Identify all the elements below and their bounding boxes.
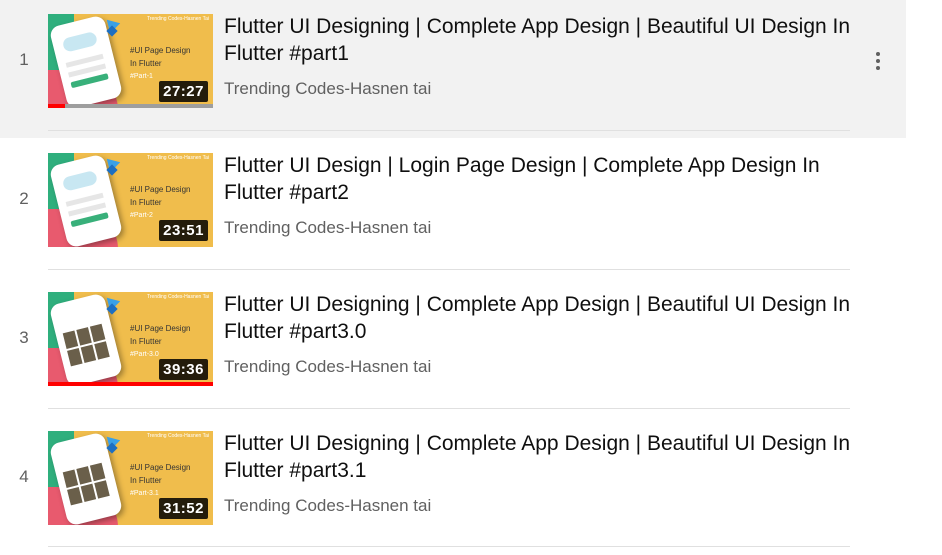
playlist-item-2[interactable]: 2 Trending Codes-Hasnen Tai #UI Page Des… [0, 139, 906, 277]
thumbnail-text: In Flutter [130, 59, 162, 68]
thumbnail-text: #UI Page Design [130, 324, 191, 333]
video-title[interactable]: Flutter UI Designing | Complete App Desi… [224, 291, 854, 345]
channel-name[interactable]: Trending Codes-Hasnen tai [224, 357, 431, 377]
thumbnail-corner-text: Trending Codes-Hasnen Tai [147, 155, 209, 161]
video-title[interactable]: Flutter UI Designing | Complete App Desi… [224, 430, 854, 484]
thumbnail-text: #Part-2 [130, 212, 153, 219]
channel-name[interactable]: Trending Codes-Hasnen tai [224, 218, 431, 238]
watch-progress-fill [48, 382, 213, 386]
divider [48, 269, 850, 270]
thumbnail-text: #Part-1 [130, 73, 153, 80]
thumbnail-text: #Part-3.1 [130, 490, 159, 497]
video-title[interactable]: Flutter UI Design | Login Page Design | … [224, 152, 854, 206]
watch-progress-track [48, 104, 213, 108]
video-thumbnail[interactable]: Trending Codes-Hasnen Tai #UI Page Desig… [48, 153, 213, 247]
duration-badge: 27:27 [159, 81, 208, 102]
divider [48, 130, 850, 131]
item-index: 3 [19, 328, 29, 347]
video-thumbnail[interactable]: Trending Codes-Hasnen Tai #UI Page Desig… [48, 14, 213, 108]
duration-badge: 31:52 [159, 498, 208, 519]
divider [48, 408, 850, 409]
thumbnail-text: #UI Page Design [130, 185, 191, 194]
playlist-item-3[interactable]: 3 Trending Codes-Hasnen Tai #UI Page Des… [0, 278, 906, 416]
thumbnail-text: In Flutter [130, 476, 162, 485]
duration-badge: 23:51 [159, 220, 208, 241]
thumbnail-text: #UI Page Design [130, 463, 191, 472]
playlist-item-1[interactable]: 1 Trending Codes-Hasnen Tai #UI Page Des… [0, 0, 906, 138]
item-index: 2 [19, 189, 29, 208]
playlist-panel: 1 Trending Codes-Hasnen Tai #UI Page Des… [0, 0, 942, 547]
video-thumbnail[interactable]: Trending Codes-Hasnen Tai #UI Page Desig… [48, 292, 213, 386]
thumbnail-text: In Flutter [130, 198, 162, 207]
more-vert-icon[interactable] [866, 48, 890, 74]
thumbnail-corner-text: Trending Codes-Hasnen Tai [147, 294, 209, 300]
channel-name[interactable]: Trending Codes-Hasnen tai [224, 496, 431, 516]
watch-progress-fill [48, 104, 65, 108]
thumbnail-corner-text: Trending Codes-Hasnen Tai [147, 16, 209, 22]
thumbnail-text: #Part-3.0 [130, 351, 159, 358]
thumbnail-corner-text: Trending Codes-Hasnen Tai [147, 433, 209, 439]
thumbnail-text: In Flutter [130, 337, 162, 346]
channel-name[interactable]: Trending Codes-Hasnen tai [224, 79, 431, 99]
video-title[interactable]: Flutter UI Designing | Complete App Desi… [224, 13, 854, 67]
item-index: 1 [19, 50, 29, 69]
duration-badge: 39:36 [159, 359, 208, 380]
item-index: 4 [19, 467, 29, 486]
playlist-item-4[interactable]: 4 Trending Codes-Hasnen Tai #UI Page Des… [0, 417, 906, 555]
video-thumbnail[interactable]: Trending Codes-Hasnen Tai #UI Page Desig… [48, 431, 213, 525]
thumbnail-text: #UI Page Design [130, 46, 191, 55]
